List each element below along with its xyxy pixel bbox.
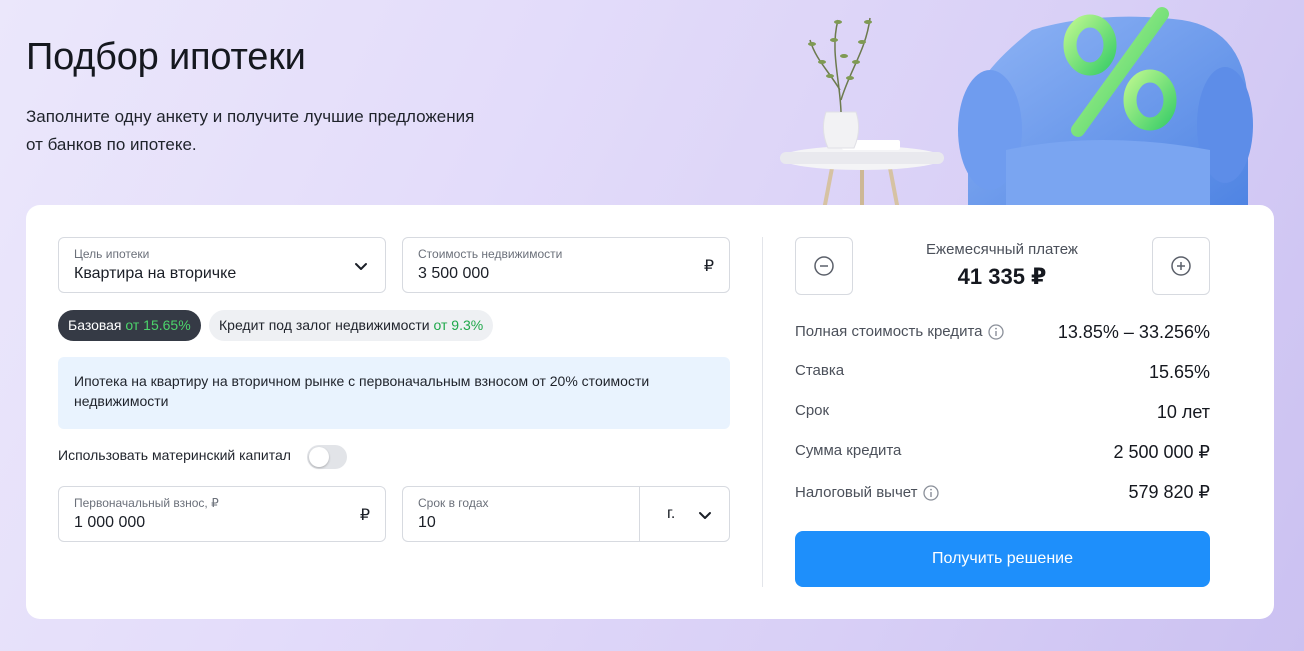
- page-subtitle: Заполните одну анкету и получите лучшие …: [26, 107, 475, 154]
- term-label: Срок в годах: [418, 496, 489, 510]
- maternity-capital-label: Использовать материнский капитал: [58, 447, 291, 463]
- summary-value-tax-deduction: 579 820 ₽: [1128, 482, 1210, 502]
- summary-row-label-term: Срок: [795, 402, 830, 419]
- property-price-label: Стоимость недвижимости: [418, 247, 563, 261]
- get-decision-button[interactable]: Получить решение: [795, 531, 1210, 587]
- summary-row-label-full-cost: Полная стоимость кредита: [795, 323, 1004, 340]
- summary-row-label-loan-amount: Сумма кредита: [795, 442, 902, 459]
- increase-payment-button[interactable]: [1152, 237, 1210, 295]
- summary-value-loan-amount: 2 500 000 ₽: [1113, 442, 1210, 462]
- property-price-field[interactable]: Стоимость недвижимости 3 500 000 ₽: [402, 237, 730, 293]
- summary-row-label-rate: Ставка: [795, 362, 845, 379]
- term-field[interactable]: Срок в годах 10: [402, 486, 640, 542]
- summary-row-label-tax-deduction: Налоговый вычет: [795, 484, 939, 501]
- info-icon[interactable]: [922, 484, 939, 501]
- term-unit-select[interactable]: г.: [639, 486, 730, 542]
- vase-icon: [808, 17, 872, 149]
- ruble-icon: ₽: [703, 258, 714, 275]
- decrease-payment-button[interactable]: [795, 237, 853, 295]
- ruble-icon: ₽: [359, 507, 370, 524]
- property-price-value: 3 500 000: [418, 265, 490, 282]
- page-title: Подбор ипотеки: [26, 36, 306, 78]
- program-chip-collateral[interactable]: Кредит под залог недвижимости от 9.3%: [209, 310, 494, 341]
- maternity-capital-toggle[interactable]: [307, 445, 347, 469]
- info-icon[interactable]: [987, 323, 1004, 340]
- term-value: 10: [418, 514, 436, 531]
- monthly-payment-value: 41 335 ₽: [957, 264, 1047, 289]
- monthly-payment-label: Ежемесячный платеж: [926, 241, 1078, 258]
- summary-value-rate: 15.65%: [1148, 362, 1210, 382]
- hero-illustration: [780, 7, 1253, 210]
- purpose-select[interactable]: Цель ипотеки Квартира на вторичке: [58, 237, 386, 293]
- program-description: Ипотека на квартиру на вторичном рынке с…: [58, 357, 730, 429]
- summary-value-term: 10 лет: [1156, 402, 1210, 422]
- toggle-knob: [309, 447, 329, 467]
- plus-circle-icon: [1171, 256, 1191, 276]
- side-table-icon: [780, 140, 944, 210]
- chevron-down-icon: [699, 512, 711, 519]
- mortgage-calculator-card: Цель ипотеки Квартира на вторичке Стоимо…: [26, 205, 1274, 619]
- purpose-value: Квартира на вторичке: [74, 265, 237, 282]
- down-payment-field[interactable]: Первоначальный взнос, ₽ 1 000 000 ₽: [58, 486, 386, 542]
- down-payment-label: Первоначальный взнос, ₽: [74, 496, 219, 510]
- chevron-down-icon: [355, 263, 367, 270]
- purpose-label: Цель ипотеки: [74, 247, 150, 261]
- vertical-divider: [762, 237, 763, 587]
- summary-value-full-cost: 13.85% – 33.256%: [1057, 322, 1210, 342]
- down-payment-value: 1 000 000: [74, 514, 146, 531]
- minus-circle-icon: [814, 256, 834, 276]
- program-chip-basic[interactable]: Базовая от 15.65%: [58, 310, 201, 341]
- term-unit-label: г.: [667, 505, 676, 522]
